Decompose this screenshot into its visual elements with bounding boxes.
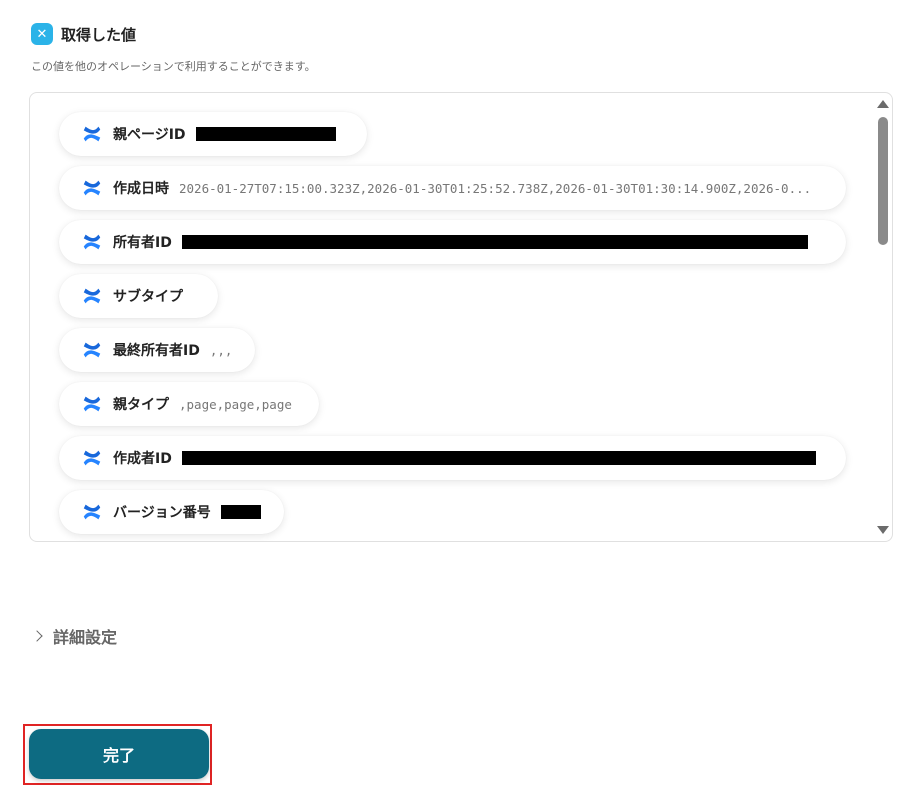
- section-description: この値を他のオペレーションで利用することができます。: [31, 60, 316, 73]
- section-header: ✕ 取得した値: [31, 23, 136, 45]
- output-chip-subtype[interactable]: サブタイプ: [59, 274, 218, 318]
- output-label: 作成者ID: [113, 451, 172, 467]
- output-chip-parent-page-id[interactable]: 親ページID: [59, 112, 367, 156]
- confluence-icon: [83, 450, 101, 466]
- redacted-value: [181, 235, 808, 249]
- output-chip-version-number[interactable]: バージョン番号: [59, 490, 284, 534]
- redacted-value: [195, 127, 336, 141]
- output-chip-owner-id[interactable]: 所有者ID: [59, 220, 846, 264]
- redacted-value: [181, 451, 816, 465]
- chevron-right-icon: [31, 630, 43, 642]
- details-toggle[interactable]: 詳細設定: [31, 624, 118, 648]
- confluence-icon: [83, 396, 101, 412]
- output-label: バージョン番号: [113, 505, 211, 521]
- output-chip-creator-id[interactable]: 作成者ID: [59, 436, 846, 480]
- yoom-x-icon: ✕: [31, 23, 53, 45]
- output-label: 作成日時: [113, 181, 169, 197]
- output-label: 所有者ID: [113, 235, 172, 251]
- scroll-up-icon[interactable]: [877, 100, 889, 108]
- details-label: 詳細設定: [53, 628, 118, 647]
- output-label: 親タイプ: [113, 397, 169, 413]
- confluence-icon: [83, 126, 101, 142]
- redacted-value: [220, 505, 261, 519]
- confluence-icon: [83, 504, 101, 520]
- confluence-icon: [83, 234, 101, 250]
- output-label: 親ページID: [113, 127, 186, 143]
- output-value: ,page,page,page: [179, 396, 292, 412]
- scroll-down-icon[interactable]: [877, 526, 889, 534]
- section-title: 取得した値: [61, 25, 137, 44]
- output-value: 2026-01-27T07:15:00.323Z,2026-01-30T01:2…: [179, 180, 812, 196]
- confluence-icon: [83, 180, 101, 196]
- output-label: サブタイプ: [113, 289, 183, 305]
- output-values-panel: 親ページID 作成日時 2026-01-27T07:15:00.323Z,202…: [29, 92, 893, 542]
- scrollbar[interactable]: [872, 93, 892, 541]
- output-chip-created-at[interactable]: 作成日時 2026-01-27T07:15:00.323Z,2026-01-30…: [59, 166, 846, 210]
- output-chip-last-owner-id[interactable]: 最終所有者ID ,,,: [59, 328, 255, 372]
- output-list: 親ページID 作成日時 2026-01-27T07:15:00.323Z,202…: [30, 93, 872, 541]
- confluence-icon: [83, 288, 101, 304]
- output-chip-parent-type[interactable]: 親タイプ ,page,page,page: [59, 382, 319, 426]
- scroll-thumb[interactable]: [878, 117, 888, 245]
- output-label: 最終所有者ID: [113, 343, 200, 359]
- output-value: ,,,: [209, 342, 233, 358]
- confluence-icon: [83, 342, 101, 358]
- done-button[interactable]: 完了: [29, 729, 209, 779]
